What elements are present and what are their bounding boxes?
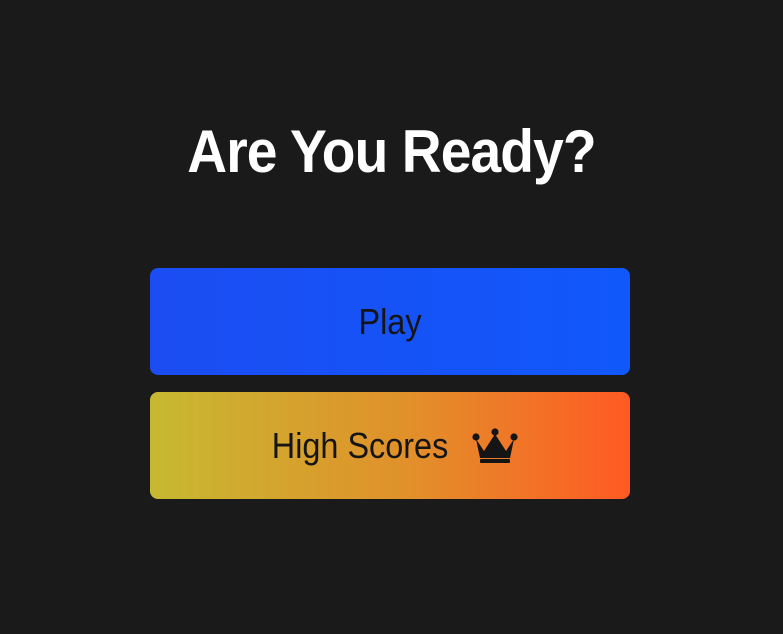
- page-title: Are You Ready?: [187, 118, 596, 185]
- high-scores-button[interactable]: High Scores: [150, 392, 630, 499]
- start-screen: Are You Ready? Play High Scores: [0, 0, 783, 634]
- play-button-label: Play: [358, 300, 422, 342]
- crown-icon: [472, 427, 518, 464]
- play-button[interactable]: Play: [150, 268, 630, 375]
- high-scores-button-label: High Scores: [271, 424, 449, 466]
